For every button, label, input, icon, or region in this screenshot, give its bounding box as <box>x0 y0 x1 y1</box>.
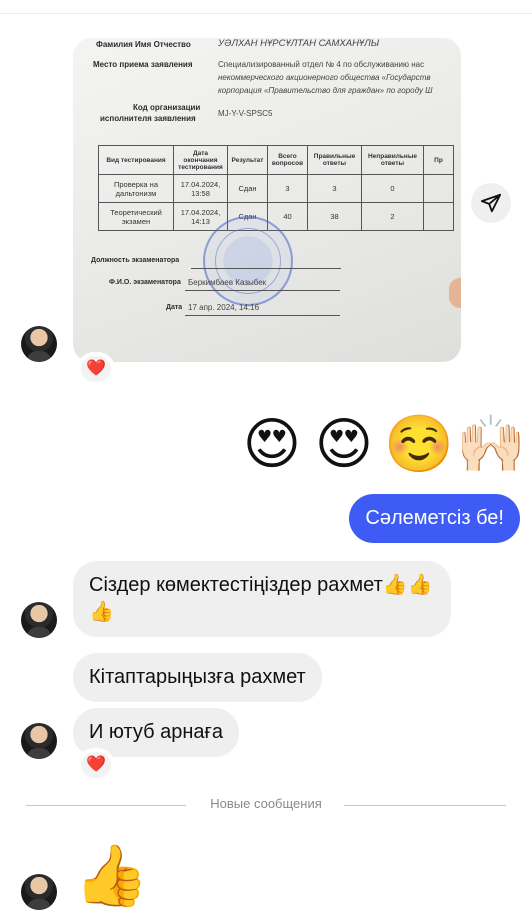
table-header: Неправильные ответы <box>361 145 424 175</box>
table-cell <box>423 202 454 231</box>
table-header: Вид тестирования <box>98 145 174 175</box>
outgoing-message[interactable]: Сәлеметсіз бе! <box>349 494 520 543</box>
table-cell <box>423 174 454 203</box>
table-row: Проверка на дальтонизм 17.04.2024, 13:58… <box>98 174 454 203</box>
table-header-row: Вид тестирования Дата окончания тестиров… <box>98 145 454 175</box>
new-messages-divider: Новые сообщения <box>0 796 532 811</box>
table-cell: 2 <box>361 202 424 231</box>
table-header: Правильные ответы <box>307 145 362 175</box>
org-code-value: MJ-Y-V-SPSC5 <box>218 109 273 118</box>
smiling-emoji: ☺️ <box>384 412 454 477</box>
examiner-name-value: Беркимбаев Казыбек <box>188 278 267 287</box>
table-cell: 0 <box>361 174 424 203</box>
avatar[interactable] <box>21 874 57 910</box>
raising-hands-emoji: 🙌🏻 <box>456 412 526 477</box>
table-cell: Проверка на дальтонизм <box>98 174 174 203</box>
place-label: Место приема заявления <box>93 60 193 69</box>
table-header: Всего вопросов <box>267 145 308 175</box>
place-value-2: некоммерческого акционерного общества «Г… <box>218 73 431 82</box>
fio-label: Фамилия Имя Отчество <box>96 40 191 49</box>
signature-line <box>191 268 341 269</box>
table-cell: Сдан <box>227 174 268 203</box>
finger <box>449 278 461 308</box>
avatar[interactable] <box>21 326 57 362</box>
incoming-message[interactable]: Сіздер көмектестіңіздер рахмет👍👍👍 <box>73 561 451 637</box>
send-icon <box>480 193 502 213</box>
table-header: Дата окончания тестирования <box>173 145 228 175</box>
stamp-seal <box>203 216 293 306</box>
examiner-name-label: Ф.И.О. экзаменатора <box>109 279 181 286</box>
new-messages-label: Новые сообщения <box>198 796 334 811</box>
table-cell: Теоретический экзамен <box>98 202 174 231</box>
avatar[interactable] <box>21 723 57 759</box>
place-value-3: корпорация «Правительство для граждан» п… <box>218 86 433 95</box>
signature-line <box>185 315 340 316</box>
table-header: Результат <box>227 145 268 175</box>
avatar[interactable] <box>21 602 57 638</box>
share-button[interactable] <box>471 183 511 223</box>
document-photo[interactable]: Фамилия Имя Отчество УӘЛХАН НҰРСҰЛТАН СА… <box>73 38 461 362</box>
examiner-title-label: Должность экзаменатора <box>91 257 180 264</box>
document-content: Фамилия Имя Отчество УӘЛХАН НҰРСҰЛТАН СА… <box>73 38 461 362</box>
heart-eyes-emoji: 😍 <box>314 412 374 477</box>
emoji-message[interactable]: 😍 😍 ☺️ 🙌🏻 <box>240 405 526 485</box>
table-cell: 3 <box>267 174 308 203</box>
heart-icon[interactable]: ❤️ <box>79 354 113 384</box>
fio-value: УӘЛХАН НҰРСҰЛТАН САМХАНҰЛЫ <box>218 38 380 49</box>
table-cell: 17.04.2024, 13:58 <box>173 174 228 203</box>
org-code-label-1: Код организации <box>133 103 201 112</box>
results-table: Вид тестирования Дата окончания тестиров… <box>98 145 454 231</box>
table-cell: 38 <box>307 202 362 231</box>
signature-line <box>185 290 340 291</box>
table-header: Пр <box>423 145 454 175</box>
place-value-1: Специализированный отдел № 4 по обслужив… <box>218 60 425 69</box>
org-code-label-2: исполнителя заявления <box>100 114 196 123</box>
date-value: 17 апр. 2024, 14:16 <box>188 303 260 312</box>
thumbs-up-message[interactable]: 👍 <box>74 838 149 914</box>
table-cell: 3 <box>307 174 362 203</box>
incoming-message[interactable]: Кітаптарыңызға рахмет <box>73 653 322 702</box>
heart-eyes-emoji: 😍 <box>242 412 302 477</box>
date-label: Дата <box>166 304 183 311</box>
heart-icon[interactable]: ❤️ <box>79 750 113 780</box>
top-divider <box>0 13 532 14</box>
